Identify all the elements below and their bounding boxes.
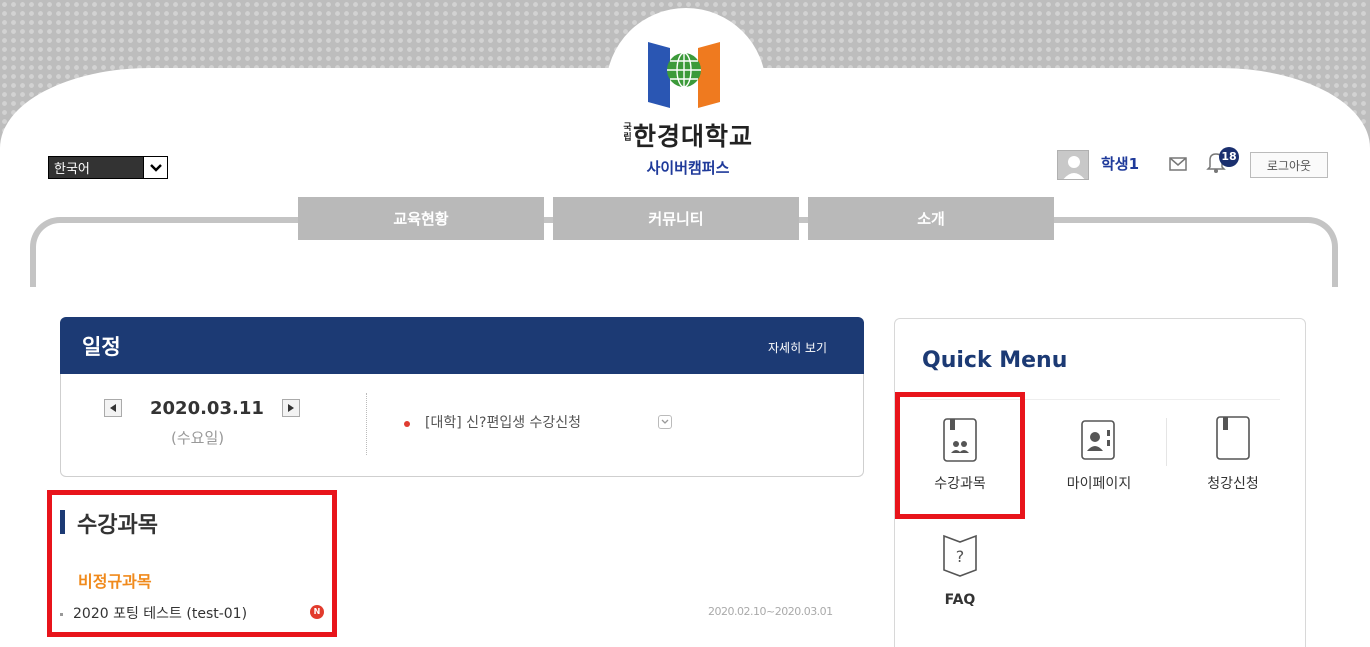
nav-tab-education-status[interactable]: 교육현황 bbox=[298, 197, 544, 240]
notification-badge: 18 bbox=[1219, 147, 1239, 167]
language-select-value: 한국어 bbox=[54, 162, 90, 177]
quick-menu-title: Quick Menu bbox=[922, 348, 1068, 373]
user-name[interactable]: 학생1 bbox=[1101, 153, 1139, 174]
logo-title-text: 한경대학교 bbox=[632, 122, 753, 151]
schedule-date: 2020.03.11 bbox=[150, 398, 264, 419]
course-period: 2020.02.10~2020.03.01 bbox=[708, 605, 833, 618]
logo-prefix: 국립 bbox=[623, 123, 633, 143]
quick-menu-highlight-box bbox=[895, 392, 1025, 519]
nav-tab-community[interactable]: 커뮤니티 bbox=[553, 197, 799, 240]
prev-date-button[interactable] bbox=[104, 399, 122, 417]
schedule-title: 일정 bbox=[82, 335, 121, 359]
schedule-header bbox=[60, 317, 864, 374]
quick-menu-mypage[interactable]: 마이페이지 bbox=[1039, 473, 1159, 493]
chevron-down-icon[interactable] bbox=[143, 157, 167, 178]
schedule-divider bbox=[366, 393, 367, 455]
university-name[interactable]: 국립한경대학교 bbox=[598, 117, 778, 153]
language-select[interactable]: 한국어 bbox=[48, 156, 168, 179]
mail-icon[interactable] bbox=[1169, 157, 1187, 171]
user-avatar-icon[interactable] bbox=[1057, 150, 1089, 180]
event-bullet-icon bbox=[404, 421, 410, 427]
logo-subtitle: 사이버캠퍼스 bbox=[646, 159, 730, 177]
question-book-icon[interactable]: ? bbox=[939, 530, 981, 578]
quick-menu-audit-request[interactable]: 청강신청 bbox=[1173, 473, 1293, 493]
schedule-day: (수요일) bbox=[171, 429, 225, 447]
expand-down-icon[interactable] bbox=[658, 415, 672, 429]
bookmark-book-icon[interactable] bbox=[1212, 414, 1254, 462]
caret-left-icon bbox=[110, 404, 116, 412]
logout-button[interactable]: 로그아웃 bbox=[1250, 152, 1328, 178]
nav-tab-about[interactable]: 소개 bbox=[808, 197, 1054, 240]
quick-menu-faq[interactable]: FAQ bbox=[900, 592, 1020, 608]
quick-menu-separator bbox=[1166, 418, 1167, 466]
courses-highlight-box bbox=[47, 490, 337, 637]
university-logo-icon[interactable] bbox=[646, 36, 722, 112]
next-date-button[interactable] bbox=[282, 399, 300, 417]
svg-text:?: ? bbox=[956, 547, 965, 566]
schedule-more-link[interactable]: 자세히 보기 bbox=[768, 339, 827, 356]
schedule-event-link[interactable]: [대학] 신?편입생 수강신청 bbox=[425, 412, 581, 432]
caret-right-icon bbox=[288, 404, 294, 412]
profile-card-icon[interactable] bbox=[1077, 416, 1119, 464]
